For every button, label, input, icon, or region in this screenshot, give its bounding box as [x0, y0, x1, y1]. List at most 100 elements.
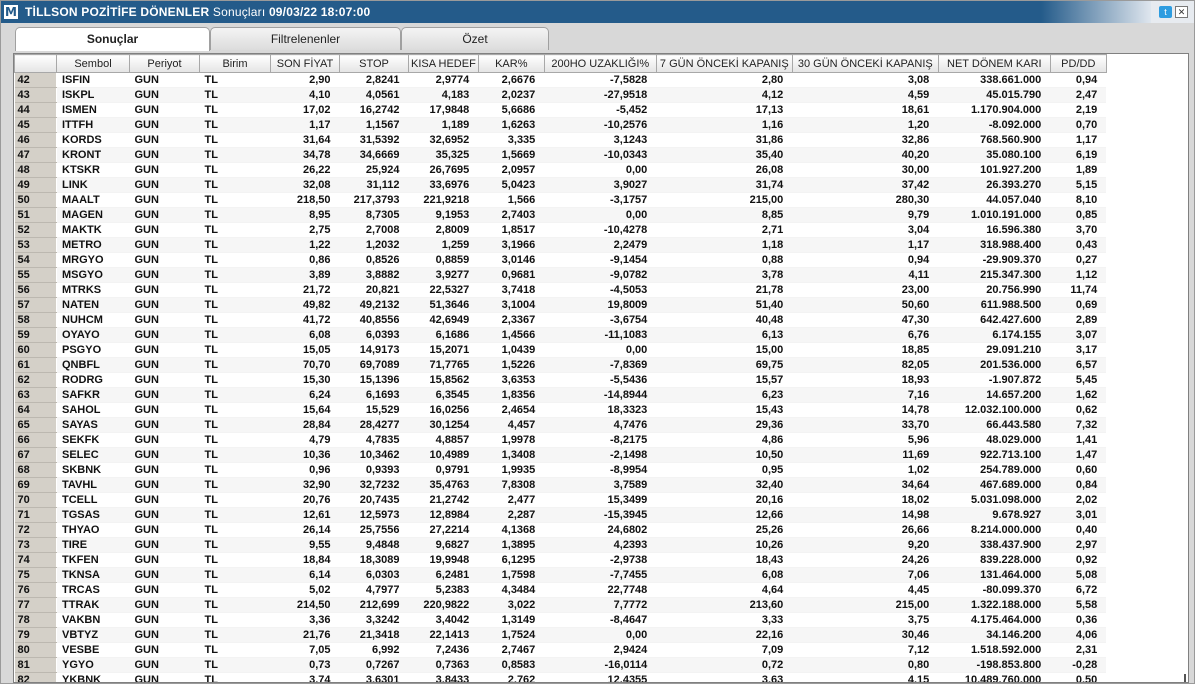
tab-filtrelenenler[interactable]: Filtrelenenler: [210, 27, 401, 50]
table-cell: 18,84: [270, 552, 340, 568]
table-row[interactable]: 74 TKFEN GUN TL 18,84 18,3089 19,9948 6,1295 -2,…: [14, 552, 1107, 568]
table-row[interactable]: 59 OYAYO GUN TL 6,08 6,0393 6,1686 1,4566 -11,10…: [14, 327, 1107, 343]
twitter-share-icon[interactable]: t: [1159, 6, 1172, 18]
column-header[interactable]: 200HO UZAKLIĞI%: [543, 54, 657, 73]
table-cell: 0,72: [656, 657, 793, 673]
tab-sonuclar[interactable]: Sonuçlar: [15, 27, 210, 51]
column-header[interactable]: [14, 54, 57, 73]
row-index: 55: [14, 267, 57, 283]
table-row[interactable]: 55 MSGYO GUN TL 3,89 3,8882 3,9277 0,9681 -9,078…: [14, 267, 1107, 283]
table-row[interactable]: 64 SAHOL GUN TL 15,64 15,529 16,0256 2,4654 18,3…: [14, 402, 1107, 418]
row-index: 76: [14, 582, 57, 598]
table-row[interactable]: 77 TTRAK GUN TL 214,50 212,699 220,9822 3,022 7,…: [14, 597, 1107, 613]
table-cell: 4,45: [792, 582, 939, 598]
table-row[interactable]: 63 SAFKR GUN TL 6,24 6,1693 6,3545 1,8356 -14,89…: [14, 387, 1107, 403]
table-row[interactable]: 80 VESBE GUN TL 7,05 6,992 7,2436 2,7467 2,9424 7…: [14, 642, 1107, 658]
table-row[interactable]: 70 TCELL GUN TL 20,76 20,7435 21,2742 2,477 15,3…: [14, 492, 1107, 508]
table-cell: 218,50: [270, 192, 340, 208]
table-row[interactable]: 76 TRCAS GUN TL 5,02 4,7977 5,2383 4,3484 22,774…: [14, 582, 1107, 598]
table-cell: 3,75: [792, 612, 939, 628]
table-row[interactable]: 52 MAKTK GUN TL 2,75 2,7008 2,8009 1,8517 -10,42…: [14, 222, 1107, 238]
table-cell: 2,0957: [478, 162, 545, 178]
column-header[interactable]: KISA HEDEF: [408, 54, 479, 73]
table-cell: TL: [199, 657, 271, 673]
column-header[interactable]: 30 GÜN ÖNCEKİ KAPANIŞ: [791, 54, 939, 73]
table-row[interactable]: 58 NUHCM GUN TL 41,72 40,8556 42,6949 2,3367 -3,…: [14, 312, 1107, 328]
table-cell: 32,40: [656, 477, 793, 493]
table-cell: ISMEN: [56, 102, 130, 118]
table-row[interactable]: 44 ISMEN GUN TL 17,02 16,2742 17,9848 5,6686 -5,…: [14, 102, 1107, 118]
column-header[interactable]: Sembol: [56, 54, 130, 73]
table-cell: 6,1295: [478, 552, 545, 568]
table-row[interactable]: 50 MAALT GUN TL 218,50 217,3793 221,9218 1,566-…: [14, 192, 1107, 208]
table-cell: 35.080.100: [938, 147, 1051, 163]
table-cell: TGSAS: [56, 507, 130, 523]
table-row[interactable]: 71 TGSAS GUN TL 12,61 12,5973 12,8984 2,287 -15,…: [14, 507, 1107, 523]
table-cell: 1,2032: [339, 237, 409, 253]
table-cell: GUN: [129, 612, 200, 628]
table-row[interactable]: 56 MTRKS GUN TL 21,72 20,821 22,5327 3,7418 -4,5…: [14, 282, 1107, 298]
table-cell: 6,0303: [339, 567, 409, 583]
column-header[interactable]: Birim: [199, 54, 271, 73]
results-grid[interactable]: Sembol Periyot Birim SON FİYAT STOP KISA HEDE…: [13, 53, 1189, 683]
table-row[interactable]: 47 KRONT GUN TL 34,78 34,6669 35,325 1,5669 -10,…: [14, 147, 1107, 163]
table-row[interactable]: 78 VAKBN GUN TL 3,36 3,3242 3,4042 1,3149 -8,464…: [14, 612, 1107, 628]
table-row[interactable]: 61 QNBFL GUN TL 70,70 69,7089 71,7765 1,5226 -7,…: [14, 357, 1107, 373]
table-row[interactable]: 69 TAVHL GUN TL 32,90 32,7232 35,4763 7,8308 3,7…: [14, 477, 1107, 493]
table-cell: 3,335: [478, 132, 545, 148]
table-cell: 1,7598: [478, 567, 545, 583]
table-row[interactable]: 67 SELEC GUN TL 10,36 10,3462 10,4989 1,3408 -2,…: [14, 447, 1107, 463]
column-header[interactable]: NET DÖNEM KARI: [937, 54, 1051, 73]
column-header[interactable]: KAR%: [477, 54, 545, 73]
table-row[interactable]: 45 ITTFH GUN TL 1,17 1,1567 1,189 1,6263 -10,257…: [14, 117, 1107, 133]
table-cell: 1,3408: [478, 447, 545, 463]
table-row[interactable]: 68 SKBNK GUN TL 0,96 0,9393 0,9791 1,9935 -8,995…: [14, 462, 1107, 478]
table-cell: 5,08: [1050, 567, 1107, 583]
table-row[interactable]: 60 PSGYO GUN TL 15,05 14,9173 15,2071 1,0439 0,0…: [14, 342, 1107, 358]
column-header[interactable]: SON FİYAT: [270, 54, 340, 73]
table-cell: 0,62: [1050, 402, 1107, 418]
table-row[interactable]: 57 NATEN GUN TL 49,82 49,2132 51,3646 3,1004 19,…: [14, 297, 1107, 313]
column-header[interactable]: STOP: [339, 54, 409, 73]
table-row[interactable]: 75 TKNSA GUN TL 6,14 6,0303 6,2481 1,7598 -7,745…: [14, 567, 1107, 583]
table-cell: 8,10: [1050, 192, 1107, 208]
table-cell: 254.789.000: [938, 462, 1051, 478]
title-bar: M TİLLSON POZİTİFE DÖNENLER Sonuçları 09…: [1, 1, 1194, 23]
table-cell: PSGYO: [56, 342, 130, 358]
table-cell: 0,70: [1050, 117, 1107, 133]
table-cell: TL: [199, 357, 271, 373]
table-cell: 213,60: [656, 597, 793, 613]
table-row[interactable]: 51 MAGEN GUN TL 8,95 8,7305 9,1953 2,7403 0,00 8,…: [14, 207, 1107, 223]
table-cell: 2,02: [1050, 492, 1107, 508]
table-row[interactable]: 54 MRGYO GUN TL 0,86 0,8526 0,8859 3,0146 -9,145…: [14, 252, 1107, 268]
table-cell: 0,9681: [478, 267, 545, 283]
table-row[interactable]: 82 YKBNK GUN TL 3,74 3,6301 3,8433 2,762 12,4355…: [14, 672, 1107, 682]
table-row[interactable]: 62 RODRG GUN TL 15,30 15,1396 15,8562 3,6353 -5,…: [14, 372, 1107, 388]
table-cell: 3,63: [656, 672, 793, 682]
column-header[interactable]: Periyot: [129, 54, 200, 73]
table-cell: 40,20: [792, 147, 939, 163]
tab-ozet[interactable]: Özet: [401, 27, 549, 50]
table-cell: 4,8857: [408, 432, 479, 448]
table-row[interactable]: 73 TIRE GUN TL 9,55 9,4848 9,6827 1,3895 4,2393 1…: [14, 537, 1107, 553]
table-row[interactable]: 79 VBTYZ GUN TL 21,76 21,3418 22,1413 1,7524 0,0…: [14, 627, 1107, 643]
table-row[interactable]: 49 LINK GUN TL 32,08 31,112 33,6976 5,0423 3,902…: [14, 177, 1107, 193]
column-header[interactable]: PD/DD: [1049, 54, 1107, 73]
close-icon[interactable]: ✕: [1175, 6, 1188, 18]
table-cell: 0,7267: [339, 657, 409, 673]
table-cell: TL: [199, 207, 271, 223]
table-row[interactable]: 48 KTSKR GUN TL 26,22 25,924 26,7695 2,0957 0,00…: [14, 162, 1107, 178]
table-row[interactable]: 66 SEKFK GUN TL 4,79 4,7835 4,8857 1,9978 -8,217…: [14, 432, 1107, 448]
table-cell: MAGEN: [56, 207, 130, 223]
vertical-scroll-indicator[interactable]: [1184, 674, 1186, 682]
table-row[interactable]: 81 YGYO GUN TL 0,73 0,7267 0,7363 0,8583 -16,011…: [14, 657, 1107, 673]
table-row[interactable]: 72 THYAO GUN TL 26,14 25,7556 27,2214 4,1368 24,…: [14, 522, 1107, 538]
table-row[interactable]: 43 ISKPL GUN TL 4,10 4,0561 4,183 2,0237 -27,951…: [14, 87, 1107, 103]
table-row[interactable]: 65 SAYAS GUN TL 28,84 28,4277 30,1254 4,457 4,74…: [14, 417, 1107, 433]
table-row[interactable]: 42 ISFIN GUN TL 2,90 2,8241 2,9774 2,6676 -7,582…: [14, 72, 1107, 88]
table-cell: MSGYO: [56, 267, 130, 283]
table-row[interactable]: 46 KORDS GUN TL 31,64 31,5392 32,6952 3,335 3,12…: [14, 132, 1107, 148]
table-row[interactable]: 53 METRO GUN TL 1,22 1,2032 1,259 3,1966 2,2479 1…: [14, 237, 1107, 253]
column-header[interactable]: 7 GÜN ÖNCEKİ KAPANIŞ: [655, 54, 793, 73]
table-cell: 9,20: [792, 537, 939, 553]
